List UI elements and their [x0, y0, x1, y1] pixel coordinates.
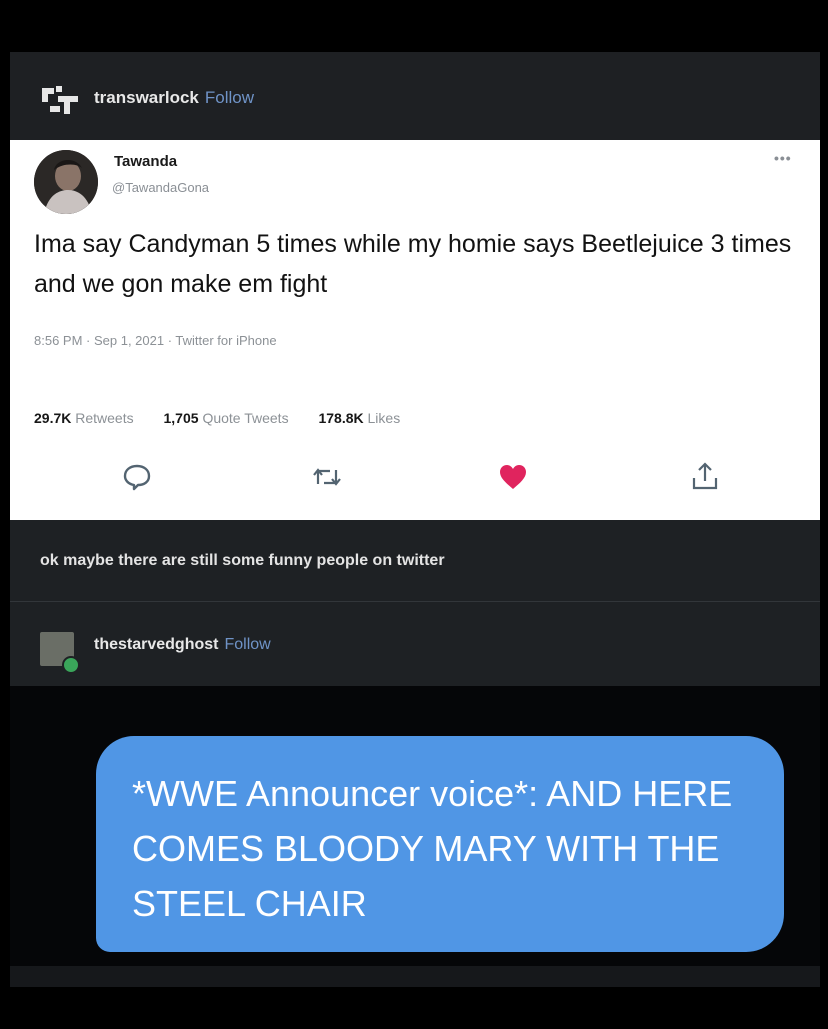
reblog-header: thestarvedghost Follow [10, 602, 820, 686]
retweets-stat[interactable]: 29.7K Retweets [34, 410, 134, 426]
message-screenshot: *WWE Announcer voice*: AND HERE COMES BL… [10, 686, 820, 966]
tweet-card: Tawanda @TawandaGona ••• Ima say Candyma… [10, 140, 820, 520]
message-text: *WWE Announcer voice*: AND HERE COMES BL… [132, 773, 733, 924]
like-icon[interactable] [496, 460, 530, 494]
likes-label: Likes [367, 410, 401, 426]
reblog-username-row: thestarvedghost Follow [94, 636, 271, 654]
quote-tweets-label: Quote Tweets [202, 410, 289, 426]
more-options-icon[interactable]: ••• [774, 150, 792, 166]
post-username-row: transwarlock Follow [94, 88, 254, 108]
tweet-text: Ima say Candyman 5 times while my homie … [34, 230, 792, 298]
post-frame: transwarlock Follow Tawanda @TawandaGona … [10, 52, 820, 987]
retweet-icon[interactable] [310, 460, 344, 494]
quote-tweets-stat[interactable]: 1,705 Quote Tweets [164, 410, 289, 426]
share-icon[interactable] [688, 460, 722, 494]
quote-tweets-count: 1,705 [163, 410, 199, 426]
follow-button[interactable]: Follow [224, 636, 270, 653]
tweet-handle[interactable]: @TawandaGona [112, 180, 209, 195]
tweet-timestamp: 8:56 PM · Sep 1, 2021 · Twitter for iPho… [34, 333, 277, 348]
avatar-photo-icon [34, 150, 98, 214]
likes-count: 178.8K [318, 410, 364, 426]
tweet-stats: 29.7K Retweets 1,705 Quote Tweets 178.8K… [34, 410, 426, 426]
reply-icon[interactable] [120, 460, 154, 494]
username[interactable]: transwarlock [94, 88, 199, 107]
tweet-actions [10, 460, 820, 504]
username[interactable]: thestarvedghost [94, 636, 218, 653]
message-bubble: *WWE Announcer voice*: AND HERE COMES BL… [96, 736, 784, 952]
retweets-count: 29.7K [34, 410, 72, 426]
caption-area: ok maybe there are still some funny peop… [10, 520, 820, 602]
online-status-icon [62, 656, 80, 674]
post-footer [10, 966, 820, 987]
avatar[interactable] [34, 150, 98, 214]
likes-stat[interactable]: 178.8K Likes [318, 410, 400, 426]
follow-button[interactable]: Follow [205, 88, 254, 107]
post-caption: ok maybe there are still some funny peop… [40, 552, 445, 569]
tweet-display-name[interactable]: Tawanda [114, 153, 177, 170]
retweets-label: Retweets [75, 410, 134, 426]
reblog-user-icon [42, 86, 78, 114]
post-header: transwarlock Follow [10, 52, 820, 140]
